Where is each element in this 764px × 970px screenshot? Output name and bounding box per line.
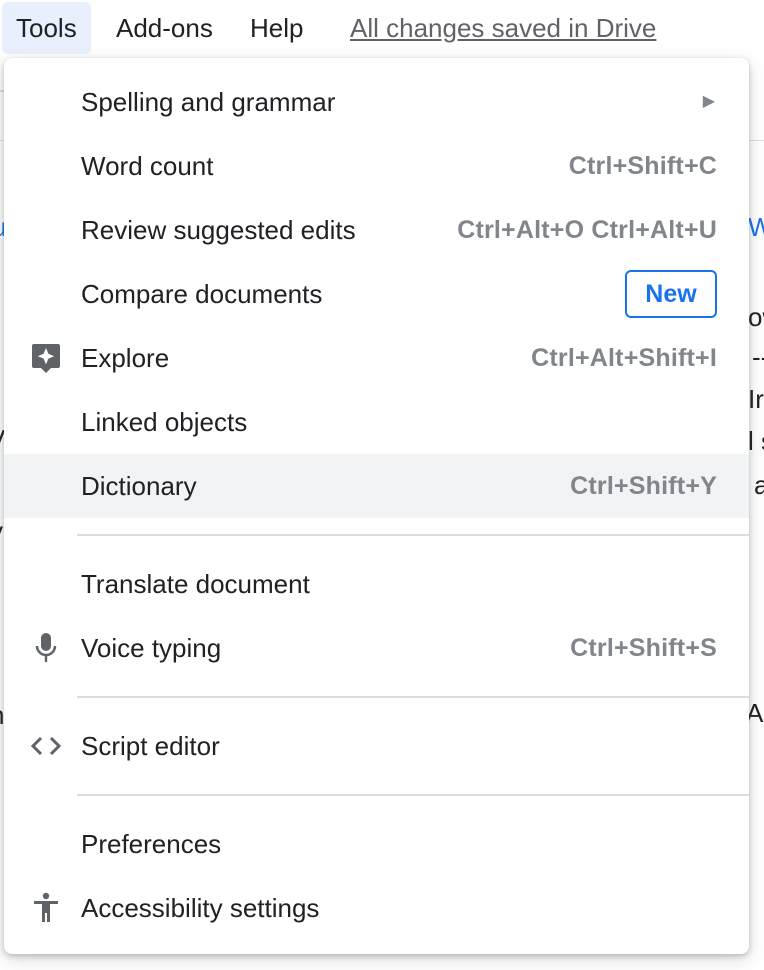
menu-item-word-count[interactable]: Word count Ctrl+Shift+C xyxy=(4,134,749,198)
save-status-link[interactable]: All changes saved in Drive xyxy=(350,2,656,54)
menu-item-compare-documents[interactable]: Compare documents New xyxy=(4,262,749,326)
menu-item-explore[interactable]: Explore Ctrl+Alt+Shift+I xyxy=(4,326,749,390)
menu-divider xyxy=(77,794,749,796)
bg-fragment: Ir xyxy=(748,384,764,414)
menu-item-label: Translate document xyxy=(81,569,310,599)
menu-item-label: Spelling and grammar xyxy=(81,87,336,117)
menu-divider xyxy=(77,696,749,698)
menu-tools[interactable]: Tools xyxy=(2,2,91,54)
menu-item-label: Accessibility settings xyxy=(81,893,320,923)
microphone-icon xyxy=(30,632,62,664)
menu-item-shortcut: Ctrl+Shift+C xyxy=(568,152,717,180)
accessibility-person-icon xyxy=(30,892,62,924)
menu-item-preferences[interactable]: Preferences xyxy=(4,812,749,876)
new-badge: New xyxy=(625,270,717,318)
menu-item-accessibility-settings[interactable]: Accessibility settings xyxy=(4,876,749,940)
menu-item-label: Preferences xyxy=(81,829,222,859)
menu-item-label: Word count xyxy=(81,151,214,181)
bg-fragment: W xyxy=(748,212,764,242)
menu-item-translate-document[interactable]: Translate document xyxy=(4,552,749,616)
submenu-arrow-icon: ▶ xyxy=(702,93,715,110)
menu-item-voice-typing[interactable]: Voice typing Ctrl+Shift+S xyxy=(4,616,749,680)
menu-item-review-suggested-edits[interactable]: Review suggested edits Ctrl+Alt+O Ctrl+A… xyxy=(4,198,749,262)
explore-sparkle-icon xyxy=(30,342,62,374)
tools-dropdown-menu: Spelling and grammar ▶ Word count Ctrl+S… xyxy=(4,58,749,954)
menu-item-shortcut: Ctrl+Shift+S xyxy=(570,634,717,662)
menu-item-shortcut: Ctrl+Alt+O Ctrl+Alt+U xyxy=(457,216,717,244)
menu-item-spelling-and-grammar[interactable]: Spelling and grammar ▶ xyxy=(4,70,749,134)
menu-item-dictionary[interactable]: Dictionary Ctrl+Shift+Y xyxy=(4,454,749,518)
menu-divider xyxy=(77,534,749,536)
menu-item-script-editor[interactable]: Script editor xyxy=(4,714,749,778)
menu-bar: Tools Add-ons Help All changes saved in … xyxy=(0,0,764,56)
menu-item-label: Script editor xyxy=(81,731,220,761)
menu-item-label: Compare documents xyxy=(81,279,323,309)
bg-fragment: ow xyxy=(748,302,764,332)
menu-addons[interactable]: Add-ons xyxy=(102,2,227,54)
menu-item-label: Explore xyxy=(81,343,170,373)
bg-fragment: a xyxy=(754,470,764,500)
bg-fragment: I xyxy=(0,84,1,115)
bg-fragment: -- xyxy=(752,342,764,372)
menu-help[interactable]: Help xyxy=(236,2,317,54)
menu-item-label: Linked objects xyxy=(81,407,248,437)
menu-item-label: Voice typing xyxy=(81,633,222,663)
menu-item-label: Dictionary xyxy=(81,471,197,501)
menu-item-shortcut: Ctrl+Alt+Shift+I xyxy=(531,344,717,372)
menu-item-shortcut: Ctrl+Shift+Y xyxy=(570,472,717,500)
bg-fragment: y xyxy=(0,516,3,547)
code-brackets-icon xyxy=(30,730,62,762)
bg-fragment: l s xyxy=(748,426,764,456)
menu-item-label: Review suggested edits xyxy=(81,215,356,245)
menu-item-linked-objects[interactable]: Linked objects xyxy=(4,390,749,454)
